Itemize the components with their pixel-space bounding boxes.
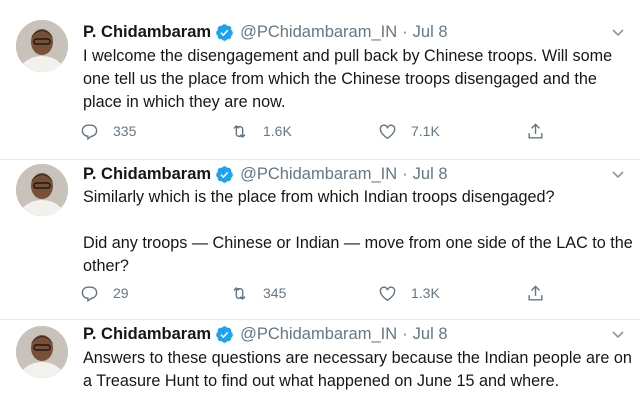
author-handle[interactable]: @PChidambaram_IN <box>240 23 397 42</box>
author-name[interactable]: P. Chidambaram <box>83 23 211 42</box>
avatar-image <box>16 20 68 72</box>
like-count: 1.3K <box>411 285 440 301</box>
tweet-text-line: place in which they are now. <box>83 93 286 111</box>
tweet-text-line: a Treasure Hunt to find out what happene… <box>83 372 560 390</box>
tweet-header: P. Chidambaram @PChidambaram_IN · Jul 8 <box>83 322 448 346</box>
reply-button[interactable]: 335 <box>80 120 136 142</box>
chevron-down-icon[interactable] <box>610 24 626 40</box>
tweet-text-line: Answers to these questions are necessary… <box>83 349 632 367</box>
tweet-text: Similarly which is the place from which … <box>83 186 639 278</box>
heart-icon <box>379 285 396 301</box>
avatar[interactable] <box>16 326 68 378</box>
tweet-actions: 29 345 1.3K <box>80 282 560 304</box>
timestamp[interactable]: Jul 8 <box>413 325 448 344</box>
reply-button[interactable]: 29 <box>80 282 129 304</box>
share-icon <box>528 284 543 301</box>
like-count: 7.1K <box>411 123 440 139</box>
reply-count: 335 <box>113 123 137 139</box>
tweet[interactable]: P. Chidambaram @PChidambaram_IN · Jul 8 … <box>0 0 640 160</box>
retweet-count: 345 <box>263 285 287 301</box>
like-button[interactable]: 1.3K <box>378 282 440 304</box>
retweet-icon <box>233 124 246 138</box>
tweet-actions: 335 1.6K 7.1K <box>80 120 560 142</box>
tweet-text-line: Similarly which is the place from which … <box>83 188 555 206</box>
chevron-down-icon[interactable] <box>610 326 626 342</box>
heart-icon <box>379 123 396 139</box>
tweet-text-line: I welcome the disengagement and pull bac… <box>83 47 613 65</box>
author-name[interactable]: P. Chidambaram <box>83 165 211 184</box>
separator-dot: · <box>402 22 408 41</box>
chevron-down-icon[interactable] <box>610 166 626 182</box>
author-name[interactable]: P. Chidambaram <box>83 325 211 344</box>
share-icon <box>528 122 543 139</box>
timestamp[interactable]: Jul 8 <box>413 165 448 184</box>
tweet-text: Answers to these questions are necessary… <box>83 347 639 393</box>
verified-badge-icon <box>215 165 234 184</box>
retweet-icon <box>233 286 246 300</box>
share-button[interactable] <box>526 120 559 142</box>
reply-count: 29 <box>113 285 129 301</box>
separator-dot: · <box>402 164 408 183</box>
tweet-header: P. Chidambaram @PChidambaram_IN · Jul 8 <box>83 20 448 44</box>
tweet[interactable]: P. Chidambaram @PChidambaram_IN · Jul 8 … <box>0 320 640 403</box>
tweet-text-line: one tell us the place from which the Chi… <box>83 70 597 88</box>
verified-badge-icon <box>215 325 234 344</box>
retweet-button[interactable]: 345 <box>230 282 286 304</box>
tweet-header: P. Chidambaram @PChidambaram_IN · Jul 8 <box>83 162 448 186</box>
like-button[interactable]: 7.1K <box>378 120 440 142</box>
reply-icon <box>81 123 98 140</box>
avatar-image <box>16 326 68 378</box>
tweet-text-line: Did any troops — Chinese or Indian — mov… <box>83 234 633 252</box>
tweet-text: I welcome the disengagement and pull bac… <box>83 45 639 114</box>
author-handle[interactable]: @PChidambaram_IN <box>240 325 397 344</box>
retweet-button[interactable]: 1.6K <box>230 120 292 142</box>
author-handle[interactable]: @PChidambaram_IN <box>240 165 397 184</box>
retweet-count: 1.6K <box>263 123 292 139</box>
share-button[interactable] <box>526 282 559 304</box>
reply-icon <box>81 285 98 302</box>
tweet-text-line <box>83 209 639 232</box>
tweet[interactable]: P. Chidambaram @PChidambaram_IN · Jul 8 … <box>0 160 640 320</box>
avatar[interactable] <box>16 164 68 216</box>
avatar-image <box>16 164 68 216</box>
timestamp[interactable]: Jul 8 <box>413 23 448 42</box>
verified-badge-icon <box>215 23 234 42</box>
tweet-text-line: other? <box>83 257 129 275</box>
avatar[interactable] <box>16 20 68 72</box>
separator-dot: · <box>402 324 408 343</box>
